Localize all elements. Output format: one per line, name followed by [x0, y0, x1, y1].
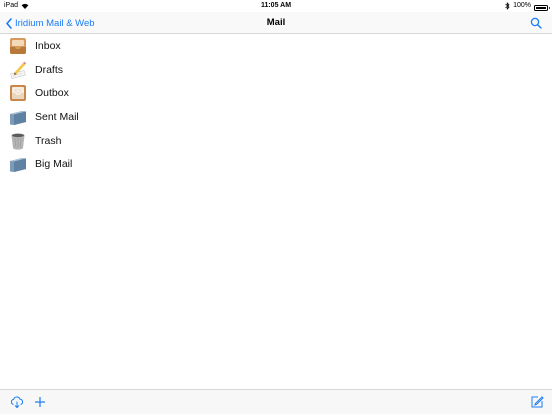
outbox-tray-icon — [10, 85, 26, 102]
mailbox-label: Sent Mail — [35, 110, 79, 123]
page-title: Mail — [266, 17, 286, 28]
mailbox-label: Outbox — [35, 87, 69, 100]
mailbox-inbox[interactable]: Inbox — [0, 34, 552, 58]
search-icon[interactable] — [530, 17, 542, 29]
folder-icon — [10, 158, 26, 173]
folder-icon — [10, 110, 26, 125]
inbox-tray-icon — [10, 37, 26, 54]
plus-icon[interactable] — [33, 395, 47, 409]
mailbox-sent-mail[interactable]: Sent Mail — [0, 105, 552, 129]
battery-icon — [534, 4, 550, 11]
mailbox-big-mail[interactable]: Big Mail — [0, 152, 552, 176]
mailbox-outbox[interactable]: Outbox — [0, 81, 552, 105]
trash-can-icon — [11, 133, 25, 150]
status-bar: iPad 11:05 AM 100% — [0, 0, 552, 12]
navigation-bar: Iridium Mail & Web Mail — [0, 12, 552, 34]
mailbox-label: Inbox — [35, 39, 61, 52]
battery-percentage: 100% — [513, 2, 531, 9]
bluetooth-icon — [505, 2, 510, 10]
mailbox-label: Big Mail — [35, 158, 73, 171]
mailbox-label: Trash — [35, 134, 62, 147]
cloud-refresh-icon[interactable] — [10, 395, 24, 409]
clock: 11:05 AM — [260, 2, 292, 9]
mailbox-label: Drafts — [35, 63, 64, 76]
drafts-pencil-icon — [10, 61, 27, 79]
bottom-toolbar — [0, 389, 552, 414]
mailbox-trash[interactable]: Trash — [0, 129, 552, 153]
mailbox-list: Inbox Drafts Outbox Sent Mail Trash Big … — [0, 34, 552, 176]
mailbox-drafts[interactable]: Drafts — [0, 58, 552, 82]
compose-icon[interactable] — [530, 395, 544, 409]
